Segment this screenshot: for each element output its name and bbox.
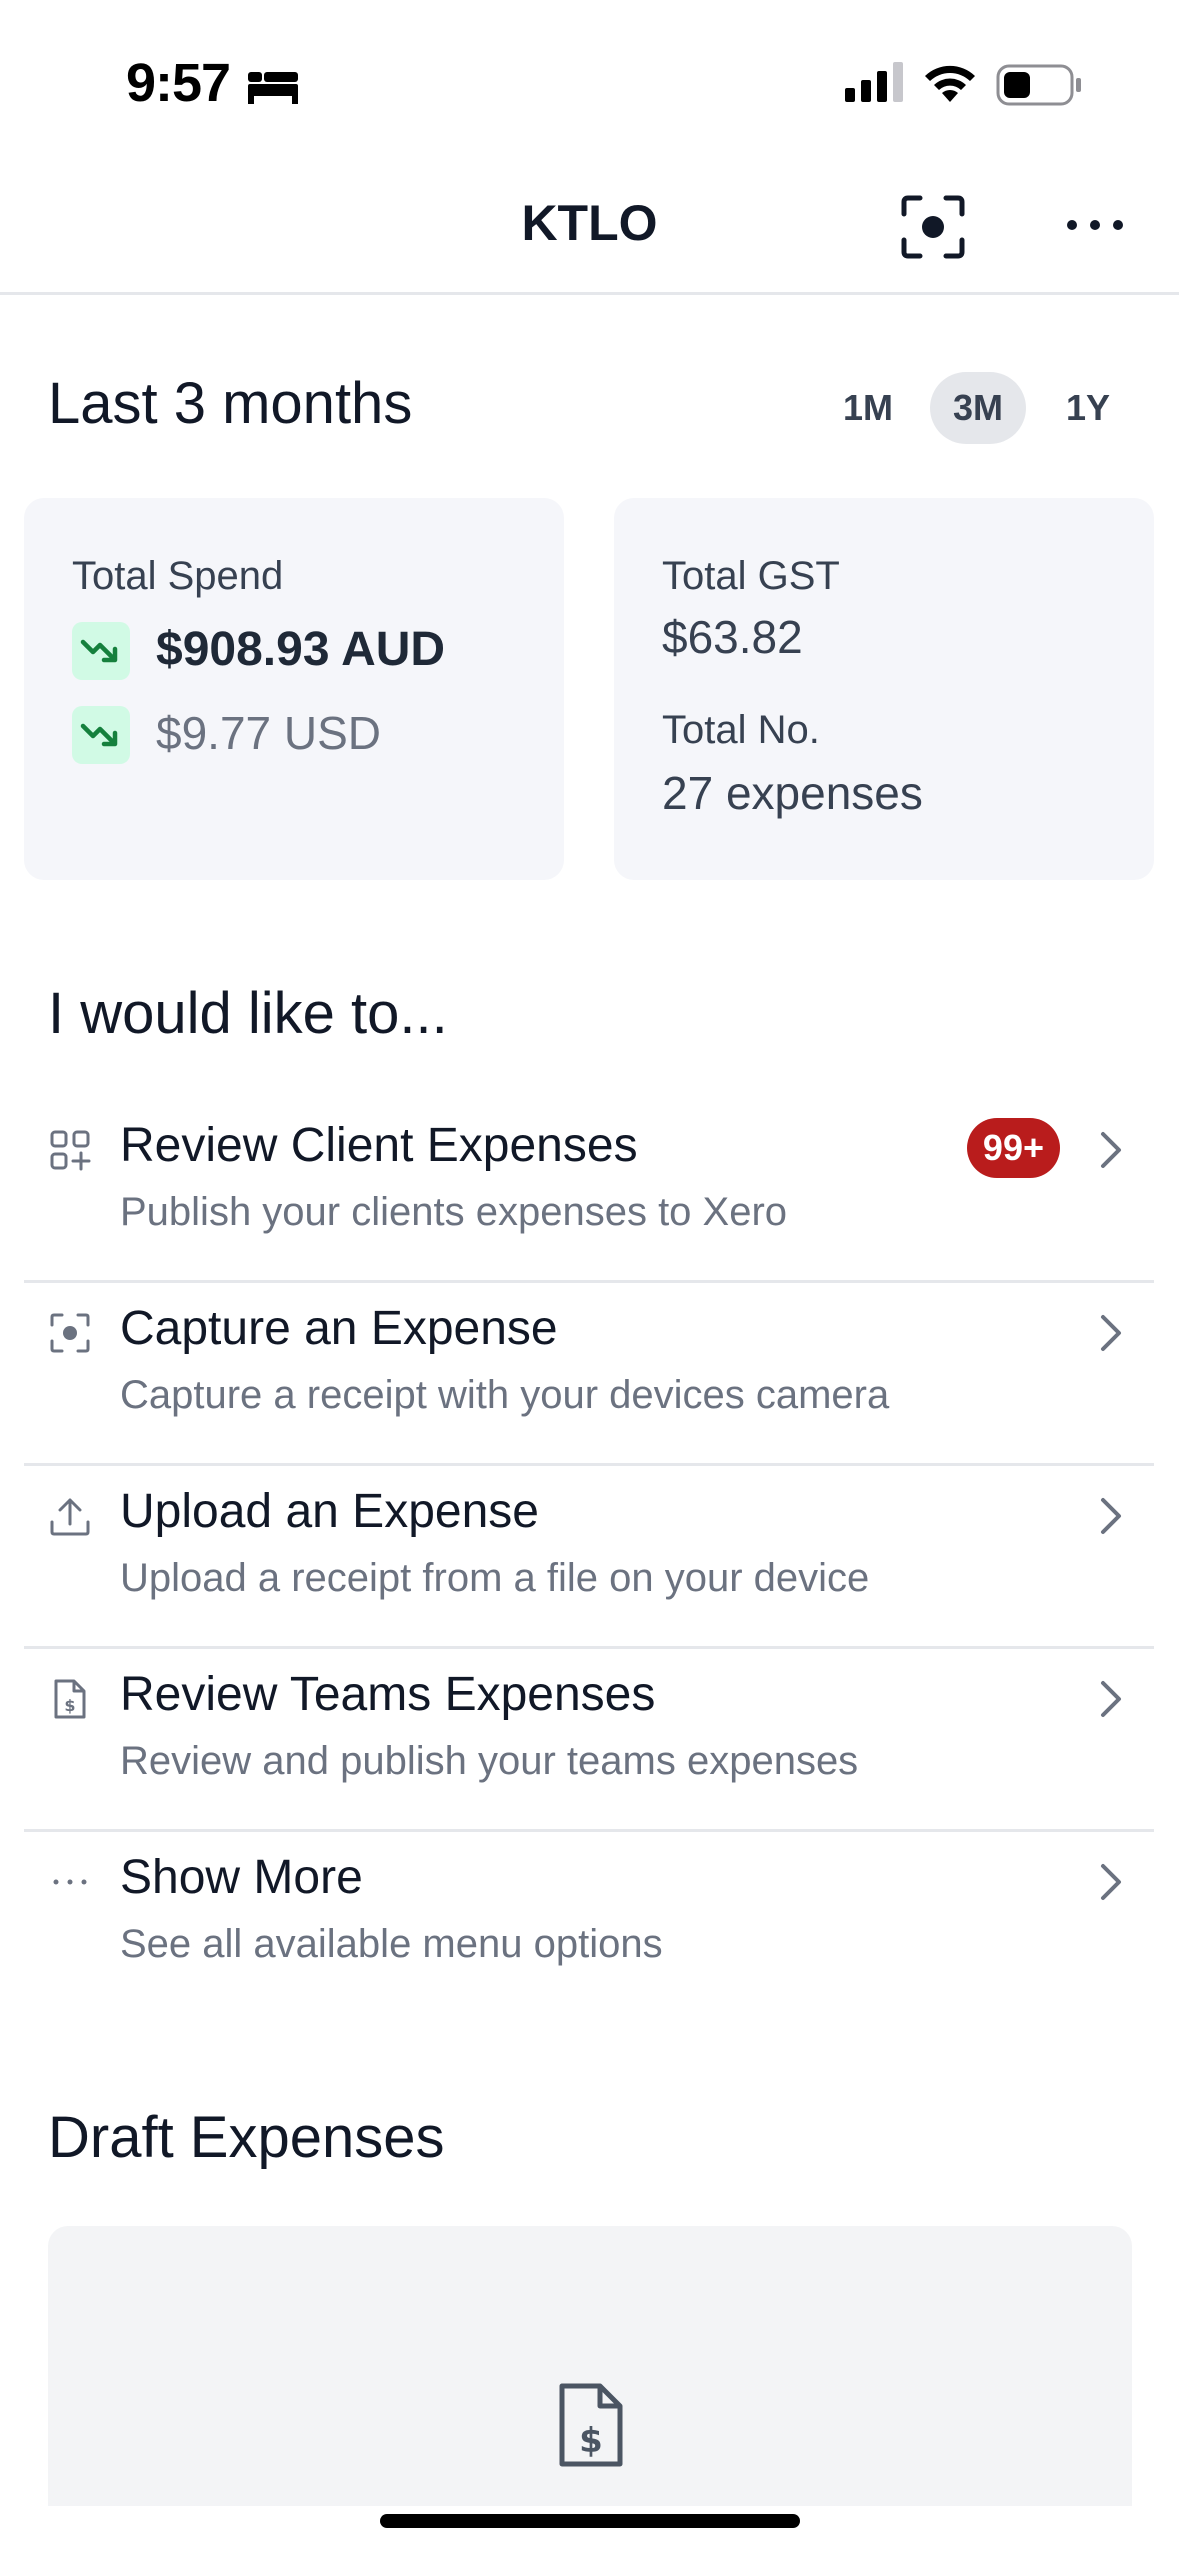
menu-item-subtitle: Review and publish your teams expenses (120, 1739, 859, 1783)
grid-plus-icon (50, 1130, 91, 1171)
trend-down-icon (72, 622, 130, 680)
menu-item-subtitle: See all available menu options (120, 1922, 663, 1966)
svg-text:$: $ (579, 2421, 603, 2461)
menu-item-subtitle: Capture a receipt with your devices came… (120, 1373, 890, 1417)
menu-item-title: Review Client Expenses (120, 1119, 638, 1172)
sleep-focus-icon (248, 72, 298, 104)
gst-label: Total GST (662, 554, 840, 598)
menu-item-title: Capture an Expense (120, 1302, 558, 1355)
scan-icon (50, 1313, 90, 1353)
scan-receipt-icon[interactable] (900, 194, 966, 260)
menu-item-review-teams-expenses[interactable]: $ Review Teams Expenses Review and publi… (24, 1649, 1154, 1832)
dollar-document-icon: $ (54, 1679, 86, 1719)
chevron-right-icon (1101, 1315, 1121, 1351)
nav-bar: KTLO (0, 150, 1179, 295)
total-spend-card: Total Spend $908.93 AUD $9.77 USD (24, 498, 564, 880)
status-bar: 9:57 (0, 0, 1179, 150)
menu-item-upload-expense[interactable]: Upload an Expense Upload a receipt from … (24, 1466, 1154, 1649)
more-options-icon[interactable] (1062, 200, 1128, 250)
menu-item-subtitle: Upload a receipt from a file on your dev… (120, 1556, 870, 1600)
tab-1m[interactable]: 1M (820, 372, 916, 444)
tab-1y[interactable]: 1Y (1040, 372, 1136, 444)
period-title: Last 3 months (48, 371, 413, 436)
count-label: Total No. (662, 708, 820, 752)
gst-value: $63.82 (662, 611, 803, 663)
tab-3m[interactable]: 3M (930, 372, 1026, 444)
app-screen: 9:57 KTLO Last 3 months 1M 3M 1Y Total S… (0, 0, 1179, 2556)
menu-item-title: Upload an Expense (120, 1485, 539, 1538)
home-indicator[interactable] (380, 2514, 800, 2528)
actions-title: I would like to... (48, 981, 448, 1046)
spend-label: Total Spend (72, 554, 284, 598)
wifi-icon (925, 65, 975, 102)
chevron-right-icon (1101, 1132, 1121, 1168)
chevron-right-icon (1101, 1498, 1121, 1534)
menu-item-review-client-expenses[interactable]: Review Client Expenses Publish your clie… (24, 1100, 1154, 1283)
trend-down-icon (72, 706, 130, 764)
page-title: KTLO (521, 195, 658, 251)
cellular-signal-icon (845, 62, 903, 102)
draft-expenses-empty-state: $ (48, 2226, 1132, 2506)
action-menu: Review Client Expenses Publish your clie… (24, 1100, 1154, 2012)
dollar-document-icon: $ (559, 2383, 623, 2467)
upload-icon (50, 1498, 90, 1536)
count-badge: 99+ (966, 1118, 1060, 1178)
battery-icon (996, 64, 1081, 106)
chevron-right-icon (1101, 1681, 1121, 1717)
svg-text:$: $ (64, 1696, 75, 1715)
menu-item-capture-expense[interactable]: Capture an Expense Capture a receipt wit… (24, 1283, 1154, 1466)
count-value: 27 expenses (662, 767, 923, 819)
menu-item-subtitle: Publish your clients expenses to Xero (120, 1190, 788, 1234)
ellipsis-icon (53, 1879, 87, 1885)
menu-item-title: Show More (120, 1851, 363, 1904)
drafts-title: Draft Expenses (48, 2105, 445, 2170)
chevron-right-icon (1101, 1864, 1121, 1900)
period-tabs: 1M 3M 1Y (820, 372, 1136, 444)
spend-aud-value: $908.93 AUD (156, 623, 446, 676)
status-time: 9:57 (126, 53, 231, 113)
menu-item-show-more[interactable]: Show More See all available menu options (24, 1832, 1154, 2012)
menu-item-title: Review Teams Expenses (120, 1668, 656, 1721)
spend-usd-value: $9.77 USD (156, 707, 382, 759)
total-gst-card: Total GST $63.82 Total No. 27 expenses (614, 498, 1154, 880)
